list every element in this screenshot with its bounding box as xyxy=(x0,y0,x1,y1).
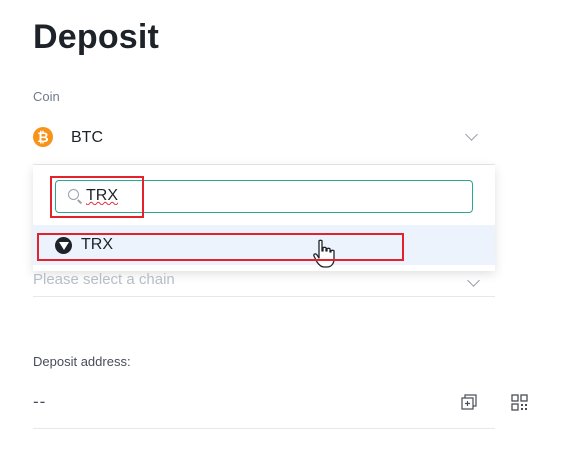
coin-selected-value: BTC xyxy=(71,129,103,146)
bitcoin-icon: ₿ xyxy=(33,127,53,147)
copy-icon[interactable] xyxy=(461,394,477,410)
coin-label: Coin xyxy=(33,89,60,104)
deposit-address-value: -- xyxy=(33,392,47,411)
coin-select[interactable]: ₿ BTC xyxy=(33,118,495,165)
deposit-address-row: -- xyxy=(33,386,495,429)
annotation-box-search xyxy=(50,176,144,218)
chevron-down-icon[interactable] xyxy=(467,274,480,287)
deposit-address-label: Deposit address: xyxy=(33,354,131,369)
network-placeholder: Please select a chain xyxy=(33,271,175,288)
page-title: Deposit xyxy=(33,18,160,56)
annotation-box-option xyxy=(37,233,404,261)
qr-code-icon[interactable] xyxy=(511,394,528,411)
network-select[interactable]: Please select a chain xyxy=(33,270,495,297)
chevron-down-icon[interactable] xyxy=(465,128,478,141)
